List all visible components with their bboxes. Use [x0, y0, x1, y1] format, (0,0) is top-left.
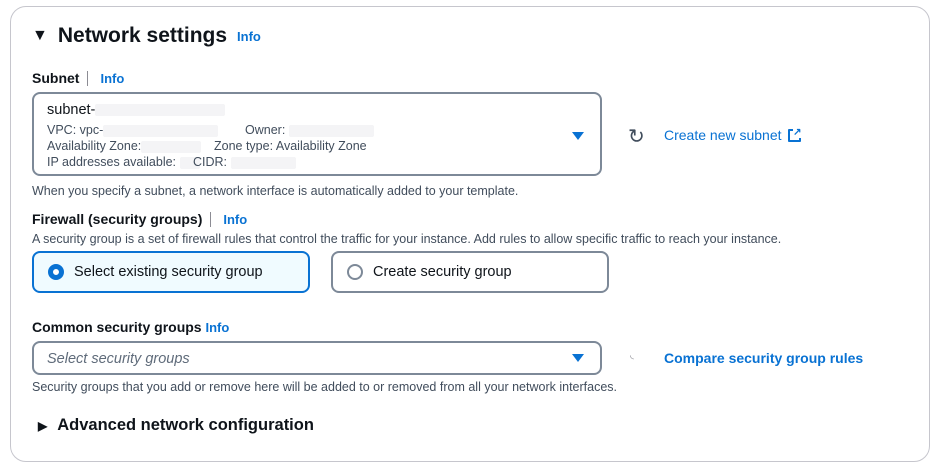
create-new-subnet-label: Create new subnet — [664, 127, 782, 143]
subnet-owner: Owner: — [245, 123, 286, 137]
radio-label: Create security group — [373, 264, 512, 280]
radio-create-security-group[interactable]: Create security group — [331, 251, 609, 293]
caret-down-icon — [572, 354, 584, 362]
subnet-info-link[interactable]: Info — [100, 71, 124, 86]
subnet-label-row: Subnet Info — [32, 70, 124, 86]
firewall-info-link[interactable]: Info — [223, 212, 247, 227]
subnet-label: Subnet — [32, 70, 80, 86]
subnet-value: subnet- — [47, 102, 96, 118]
advanced-label: Advanced network configuration — [57, 416, 314, 434]
common-sg-label-row: Common security groups Info — [32, 319, 229, 335]
caret-down-icon: ▼ — [32, 27, 48, 44]
firewall-label-row: Firewall (security groups) Info — [32, 211, 247, 227]
common-sg-info-link[interactable]: Info — [205, 320, 229, 335]
section-title: Network settings — [57, 24, 228, 47]
subnet-select[interactable]: subnet- VPC: vpc- Owner: Availability Zo… — [32, 92, 602, 176]
subnet-az: Availability Zone: — [47, 139, 142, 153]
subnet-cidr: CIDR: — [193, 155, 228, 169]
advanced-network-configuration-toggle[interactable]: ▶ Advanced network configuration — [38, 416, 314, 435]
security-groups-select[interactable]: Select security groups — [32, 341, 602, 375]
subnet-help-text: When you specify a subnet, a network int… — [32, 184, 519, 198]
external-link-icon: ↗ — [787, 127, 802, 142]
common-sg-help-text: Security groups that you add or remove h… — [32, 380, 618, 394]
firewall-description: A security group is a set of firewall ru… — [32, 232, 782, 246]
section-header[interactable]: ▼ Network settings Info — [32, 24, 261, 48]
subnet-vpc: VPC: vpc- — [47, 123, 104, 137]
caret-right-icon: ▶ — [38, 418, 48, 433]
common-sg-label: Common security groups — [32, 319, 202, 335]
create-new-subnet-link[interactable]: Create new subnet ↗ — [664, 127, 802, 143]
refresh-icon[interactable]: ↻ — [628, 124, 645, 149]
subnet-zone-type: Zone type: Availability Zone — [214, 139, 367, 153]
loading-spinner-icon: ◟ — [630, 350, 634, 361]
radio-select-existing-security-group[interactable]: Select existing security group — [32, 251, 310, 293]
firewall-label: Firewall (security groups) — [32, 211, 203, 227]
radio-selected-icon — [48, 264, 64, 280]
security-groups-placeholder: Select security groups — [47, 351, 190, 367]
compare-security-group-rules-link[interactable]: Compare security group rules — [664, 350, 863, 366]
caret-down-icon — [572, 132, 584, 140]
radio-unselected-icon — [347, 264, 363, 280]
subnet-ip-available: IP addresses available: — [47, 155, 177, 169]
radio-label: Select existing security group — [74, 264, 263, 280]
section-info-link[interactable]: Info — [237, 29, 261, 44]
